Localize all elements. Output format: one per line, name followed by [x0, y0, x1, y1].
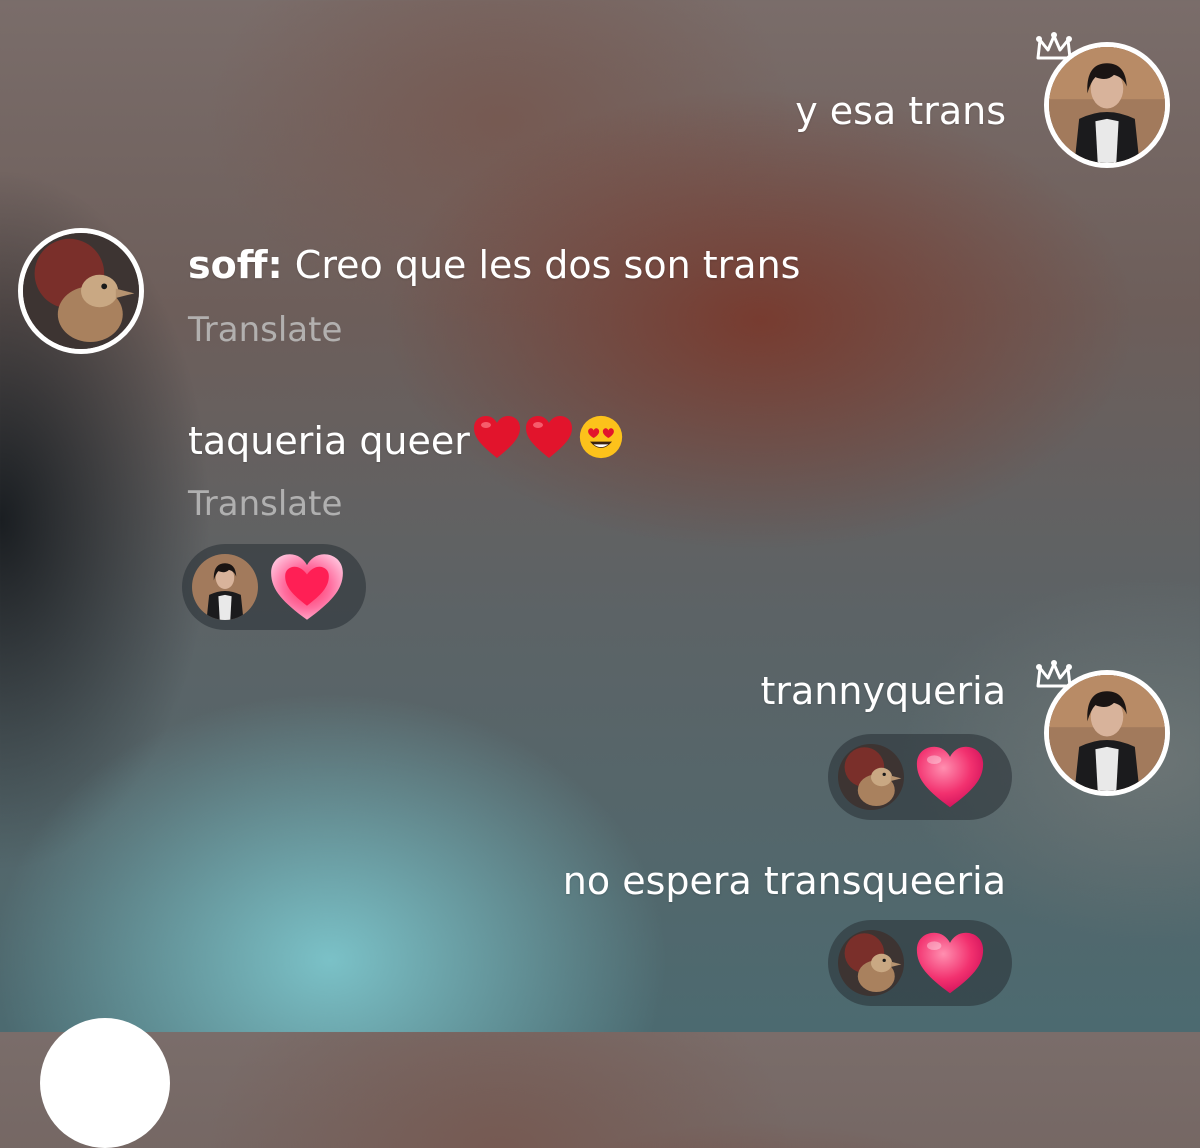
- message-creo-que-les-dos-son-trans: soff: Creo que les dos son trans: [188, 242, 800, 288]
- red-heart-emoji: [524, 414, 574, 460]
- crown-icon: [1034, 656, 1074, 696]
- reaction-pill[interactable]: [828, 734, 1012, 820]
- soff-avatar[interactable]: [18, 228, 144, 354]
- message-trannyqueria: trannyqueria: [760, 669, 1006, 713]
- translate-link[interactable]: Translate: [188, 310, 342, 350]
- message-no-espera-transqueeria: no espera transqueeria: [562, 859, 1006, 903]
- message-body: Creo que les dos son trans: [294, 243, 801, 287]
- heart-icon: [914, 927, 986, 999]
- reactor-avatar: [838, 744, 904, 810]
- message-y-esa-trans: y esa trans: [795, 89, 1006, 133]
- author-name[interactable]: soff:: [188, 243, 283, 287]
- reactor-avatar: [192, 554, 258, 620]
- glowing-heart-icon: [268, 548, 346, 626]
- translate-link[interactable]: Translate: [188, 484, 342, 524]
- reactor-avatar: [838, 930, 904, 996]
- reaction-pill[interactable]: [828, 920, 1012, 1006]
- red-heart-emoji: [472, 414, 522, 460]
- next-message-avatar[interactable]: [40, 1018, 170, 1148]
- smiling-face-with-heart-eyes-emoji: [576, 414, 626, 460]
- bird-photo-icon: [23, 233, 139, 349]
- crown-icon: [1034, 28, 1074, 68]
- message-taqueria-queer: taqueria queer: [188, 414, 626, 464]
- heart-icon: [914, 741, 986, 813]
- message-body: taqueria queer: [188, 419, 470, 463]
- reaction-pill[interactable]: [182, 544, 366, 630]
